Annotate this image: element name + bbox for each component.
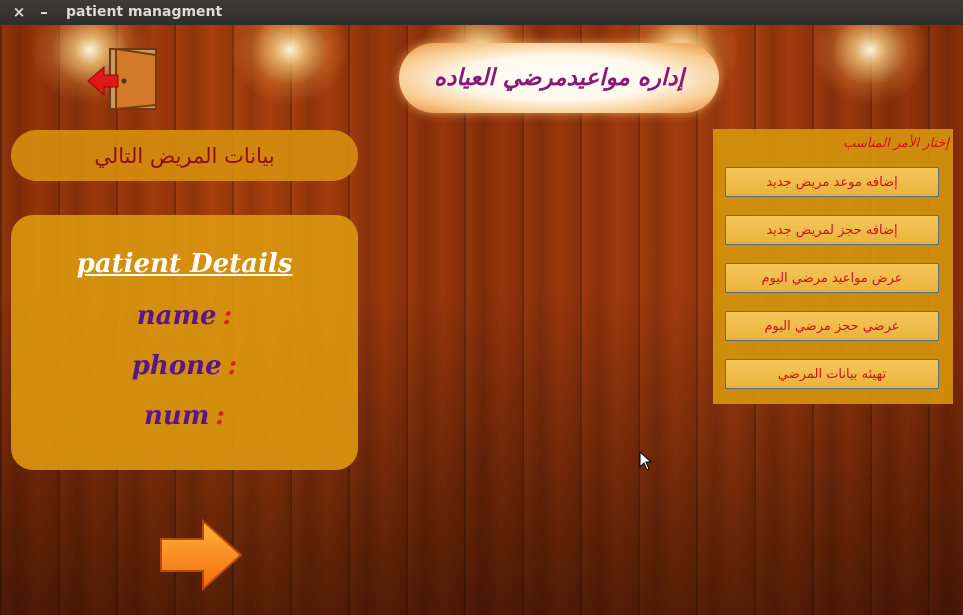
reset-patients-data-label: تهيئه بيانات المرضي <box>777 366 887 382</box>
add-booking-label: إضافه حجز لمريض جديد <box>766 222 898 238</box>
show-today-bookings-label: عرضي حجز مرضي اليوم <box>764 318 900 334</box>
show-today-appointments-button[interactable]: عرض مواعيد مرضي اليوم <box>725 263 939 293</box>
details-title: patient Details <box>76 249 293 279</box>
phone-field: phone: <box>11 351 358 381</box>
app-heading: إداره مواعيدمرضي العياده <box>434 65 684 91</box>
add-appointment-button[interactable]: إضافه موعد مريض جديد <box>725 167 939 197</box>
minimize-window-button[interactable]: – <box>36 3 52 21</box>
command-menu-panel: إختار الأمر المناسب إضافه موعد مريض جديد… <box>713 129 953 404</box>
name-field: name: <box>11 301 358 331</box>
patient-details-panel: patient Details name: phone: num: <box>11 215 358 470</box>
num-separator: : <box>215 401 225 431</box>
show-today-bookings-button[interactable]: عرضي حجز مرضي اليوم <box>725 311 939 341</box>
show-today-appointments-label: عرض مواعيد مرضي اليوم <box>761 270 903 286</box>
next-patient-label: بيانات المريض التالي <box>94 143 275 168</box>
command-menu-label: إختار الأمر المناسب <box>843 136 949 151</box>
name-separator: : <box>222 301 233 331</box>
phone-label: phone <box>131 351 222 381</box>
next-arrow-icon[interactable] <box>157 515 243 595</box>
window-title: patient managment <box>66 4 223 20</box>
phone-separator: : <box>227 351 238 381</box>
close-window-button[interactable]: × <box>11 3 27 21</box>
add-booking-button[interactable]: إضافه حجز لمريض جديد <box>725 215 939 245</box>
exit-door-icon[interactable] <box>86 45 162 113</box>
reset-patients-data-button[interactable]: تهيئه بيانات المرضي <box>725 359 939 389</box>
mouse-cursor-icon <box>639 451 653 471</box>
header-banner: إداره مواعيدمرضي العياده <box>399 43 719 113</box>
ceiling-light <box>810 25 930 105</box>
num-field: num: <box>11 401 358 431</box>
wood-background: إداره مواعيدمرضي العياده بيانات المريض ا… <box>0 25 963 615</box>
add-appointment-label: إضافه موعد مريض جديد <box>766 174 898 190</box>
name-label: name <box>136 301 217 331</box>
ceiling-light <box>230 25 350 105</box>
window-titlebar: × – patient managment <box>0 0 963 25</box>
num-label: num <box>144 401 210 431</box>
next-patient-header: بيانات المريض التالي <box>11 130 358 181</box>
